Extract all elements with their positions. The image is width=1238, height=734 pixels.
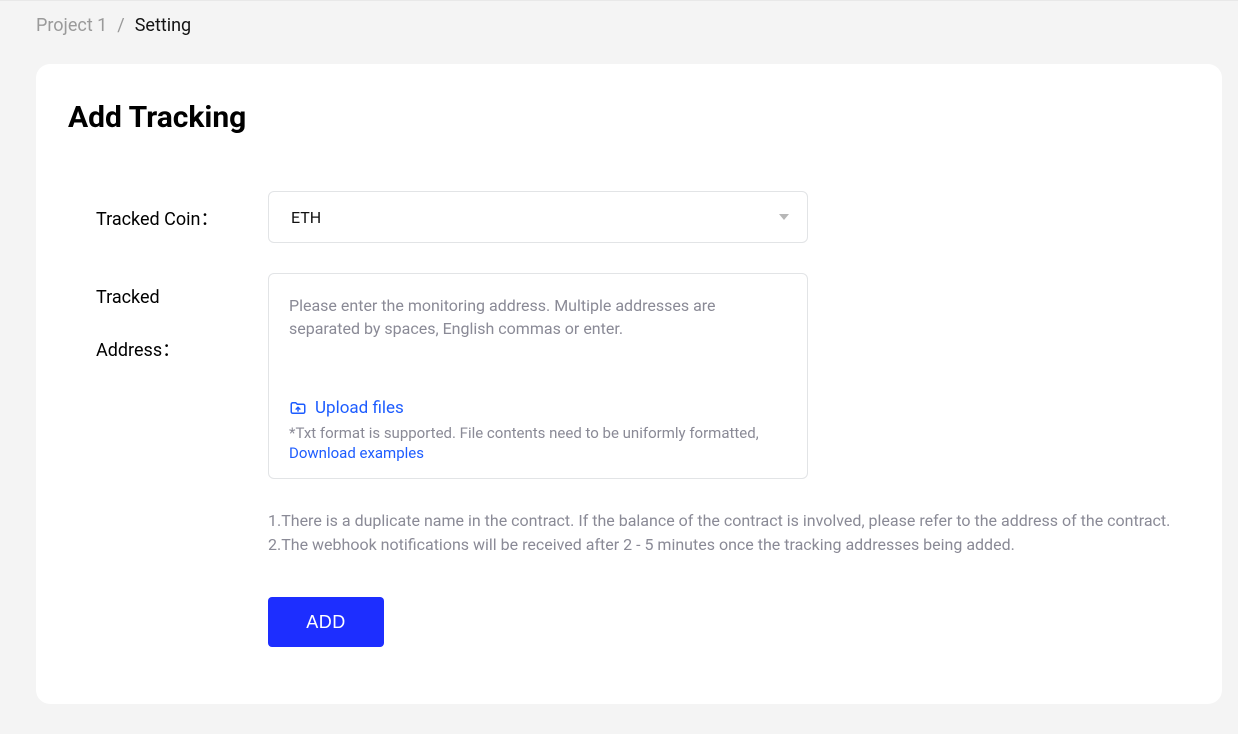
row-tracked-address: Tracked Address： Upload file (68, 273, 1174, 479)
label-tracked-coin: Tracked Coin： (68, 191, 268, 231)
label-tracked-address-line2: Address： (96, 336, 268, 362)
breadcrumb: Project 1 / Setting (0, 1, 1238, 50)
notes: 1.There is a duplicate name in the contr… (268, 509, 1174, 557)
download-examples-link[interactable]: Download examples (289, 444, 424, 462)
upload-hint: *Txt format is supported. File contents … (289, 423, 787, 444)
page-root: Project 1 / Setting Add Tracking Tracked… (0, 0, 1238, 734)
caret-down-icon (779, 214, 789, 220)
page-title: Add Tracking (68, 100, 1174, 135)
breadcrumb-separator: / (117, 15, 124, 36)
address-input[interactable] (289, 294, 787, 394)
upload-files-link[interactable]: Upload files (289, 398, 404, 418)
content-card: Add Tracking Tracked Coin： ETH Tracked A… (36, 64, 1222, 704)
control-tracked-address: Upload files *Txt format is supported. F… (268, 273, 1174, 479)
control-tracked-coin: ETH (268, 191, 1174, 243)
tracked-coin-value: ETH (291, 208, 321, 227)
upload-icon (289, 399, 307, 417)
note-line-2: 2.The webhook notifications will be rece… (268, 533, 1174, 557)
tracked-coin-select[interactable]: ETH (268, 191, 808, 243)
upload-files-label: Upload files (315, 398, 404, 418)
label-tracked-address: Tracked Address： (68, 273, 268, 362)
note-line-1: 1.There is a duplicate name in the contr… (268, 509, 1174, 533)
label-tracked-address-line1: Tracked (96, 287, 268, 308)
breadcrumb-item-project[interactable]: Project 1 (36, 15, 107, 36)
row-tracked-coin: Tracked Coin： ETH (68, 191, 1174, 243)
breadcrumb-current: Setting (135, 15, 191, 36)
add-button[interactable]: ADD (268, 597, 384, 647)
address-box: Upload files *Txt format is supported. F… (268, 273, 808, 479)
